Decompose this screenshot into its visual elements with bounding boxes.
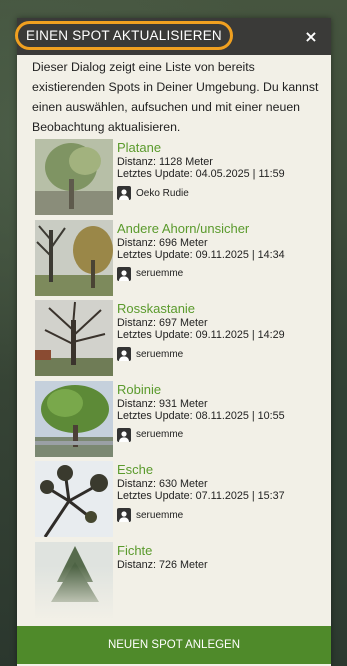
spot-thumbnail [35,541,113,618]
spot-thumbnail [35,139,113,215]
dialog-header: EINEN SPOT AKTUALISIEREN × [15,18,331,55]
user-icon [117,427,131,442]
spot-user: Oeko Rudie [117,186,285,200]
user-icon [117,508,131,522]
dialog-intro-text: Dieser Dialog zeigt eine Liste von berei… [32,60,319,134]
spot-user: seruemme [117,508,285,522]
spot-item-ahorn[interactable]: Andere Ahorn/unsicher Distanz: 696 Meter… [17,219,331,301]
spot-user: seruemme [117,347,285,361]
spot-name: Andere Ahorn/unsicher [117,220,250,236]
spot-item-robinie[interactable]: Robinie Distanz: 931 Meter Letztes Updat… [17,380,331,462]
spot-username: seruemme [136,348,184,360]
spot-username: seruemme [136,509,184,521]
spot-username: seruemme [136,268,184,279]
spot-user: seruemme [117,266,285,281]
spot-name: Platane [117,140,162,155]
spot-item-fichte[interactable]: Fichte Distanz: 726 Meter [17,541,331,623]
spot-thumbnail [35,300,113,376]
spot-thumbnail [35,461,113,537]
update-spot-dialog: EINEN SPOT AKTUALISIEREN × Dieser Dialog… [15,18,331,666]
spot-username: Oeko Rudie [136,187,189,199]
spot-list[interactable]: Platane Distanz: 1128 Meter Letztes Upda… [17,135,331,626]
user-icon [117,266,131,281]
spot-distance: Distanz: 1128 Meter [117,156,213,168]
spot-distance: Distanz: 630 Meter [117,478,208,490]
close-icon[interactable]: × [301,27,321,46]
dialog-title: EINEN SPOT AKTUALISIEREN [15,21,233,50]
spot-name: Esche [117,462,154,477]
spot-name: Rosskastanie [117,301,196,316]
spot-last-update: Letztes Update: 09.11.2025 | 14:29 [117,329,285,341]
spot-distance: Distanz: 696 Meter [117,236,208,249]
new-spot-button[interactable]: NEUEN SPOT ANLEGEN [17,626,331,664]
user-icon [117,347,131,361]
spot-distance: Distanz: 697 Meter [117,317,208,329]
spot-item-platane[interactable]: Platane Distanz: 1128 Meter Letztes Upda… [17,139,331,220]
spot-distance: Distanz: 726 Meter [117,558,208,571]
user-icon [117,186,131,200]
spot-item-esche[interactable]: Esche Distanz: 630 Meter Letztes Update:… [17,461,331,542]
spot-last-update: Letztes Update: 08.11.2025 | 10:55 [117,409,285,422]
spot-last-update: Letztes Update: 07.11.2025 | 15:37 [117,490,285,502]
spot-thumbnail [35,380,113,457]
spot-last-update: Letztes Update: 09.11.2025 | 14:34 [117,248,285,261]
spot-distance: Distanz: 931 Meter [117,397,208,410]
spot-item-rosskastanie[interactable]: Rosskastanie Distanz: 697 Meter Letztes … [17,300,331,381]
spot-username: seruemme [136,429,184,440]
spot-name: Fichte [117,542,153,558]
spot-name: Robinie [117,381,162,397]
spot-thumbnail [35,219,113,296]
spot-user: seruemme [117,427,285,442]
spot-last-update: Letztes Update: 04.05.2025 | 11:59 [117,168,285,180]
